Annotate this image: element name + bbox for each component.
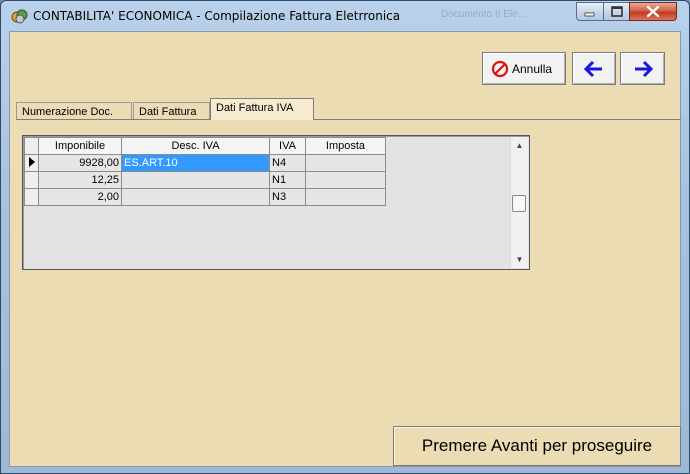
cell-imponibile[interactable]: 2,00 [38,188,122,206]
arrow-left-icon [584,60,602,78]
tab-panel-border [16,119,681,120]
annulla-button[interactable]: Annulla [482,52,566,85]
cell-desc-iva[interactable] [121,171,270,189]
cell-imposta[interactable] [305,171,386,189]
row-indicator [24,188,39,206]
column-header-imposta[interactable]: Imposta [305,137,386,155]
scroll-down-icon[interactable]: ▼ [511,251,528,268]
row-indicator-header [24,137,39,155]
current-row-indicator [24,154,39,172]
window-title: CONTABILITA' ECONOMICA - Compilazione Fa… [33,9,401,23]
cell-imponibile[interactable]: 12,25 [38,171,122,189]
close-icon [646,5,660,18]
cancel-icon [491,60,509,78]
arrow-right-icon [635,60,653,78]
scroll-thumb[interactable] [512,195,526,212]
maximize-button[interactable] [603,2,630,21]
main-panel: Annulla Numerazione Doc. Dati Fattura Da… [9,31,681,467]
scroll-up-icon[interactable]: ▲ [511,137,528,154]
tab-dati-fattura[interactable]: Dati Fattura [133,102,210,120]
title-bar[interactable]: CONTABILITA' ECONOMICA - Compilazione Fa… [1,1,689,31]
table-row[interactable]: 9928,00 ES.ART.10 N4 [24,154,386,172]
cell-imponibile[interactable]: 9928,00 [38,154,122,172]
cell-iva[interactable]: N1 [269,171,306,189]
table-row[interactable]: 2,00 N3 [24,188,386,206]
avanti-prompt-button[interactable]: Premere Avanti per proseguire [393,426,681,466]
tab-numerazione-doc[interactable]: Numerazione Doc. [16,102,132,120]
table-header-row: Imponibile Desc. IVA IVA Imposta [24,137,386,155]
iva-table: Imponibile Desc. IVA IVA Imposta 9928,00… [24,137,386,206]
next-button[interactable] [620,52,665,85]
row-indicator [24,171,39,189]
background-window-title: Documento II Ele... [441,9,527,20]
minimize-icon [584,12,595,17]
cell-desc-iva[interactable] [121,188,270,206]
iva-grid[interactable]: Imponibile Desc. IVA IVA Imposta 9928,00… [22,135,530,270]
column-header-desc-iva[interactable]: Desc. IVA [121,137,270,155]
cell-desc-iva[interactable]: ES.ART.10 [121,154,270,172]
maximize-icon [611,6,623,17]
tab-dati-fattura-iva[interactable]: Dati Fattura IVA [210,98,314,120]
row-pointer-icon [28,156,35,167]
vertical-scrollbar[interactable]: ▲ ▼ [510,137,528,268]
cell-imposta[interactable] [305,188,386,206]
cell-iva[interactable]: N4 [269,154,306,172]
previous-button[interactable] [572,52,616,85]
minimize-button[interactable] [576,2,604,21]
app-icon [11,9,28,24]
app-window: CONTABILITA' ECONOMICA - Compilazione Fa… [0,0,690,474]
cell-iva[interactable]: N3 [269,188,306,206]
cell-imposta[interactable] [305,154,386,172]
annulla-label: Annulla [512,62,553,76]
table-row[interactable]: 12,25 N1 [24,171,386,189]
column-header-iva[interactable]: IVA [269,137,306,155]
column-header-imponibile[interactable]: Imponibile [38,137,122,155]
close-button[interactable] [629,2,677,21]
